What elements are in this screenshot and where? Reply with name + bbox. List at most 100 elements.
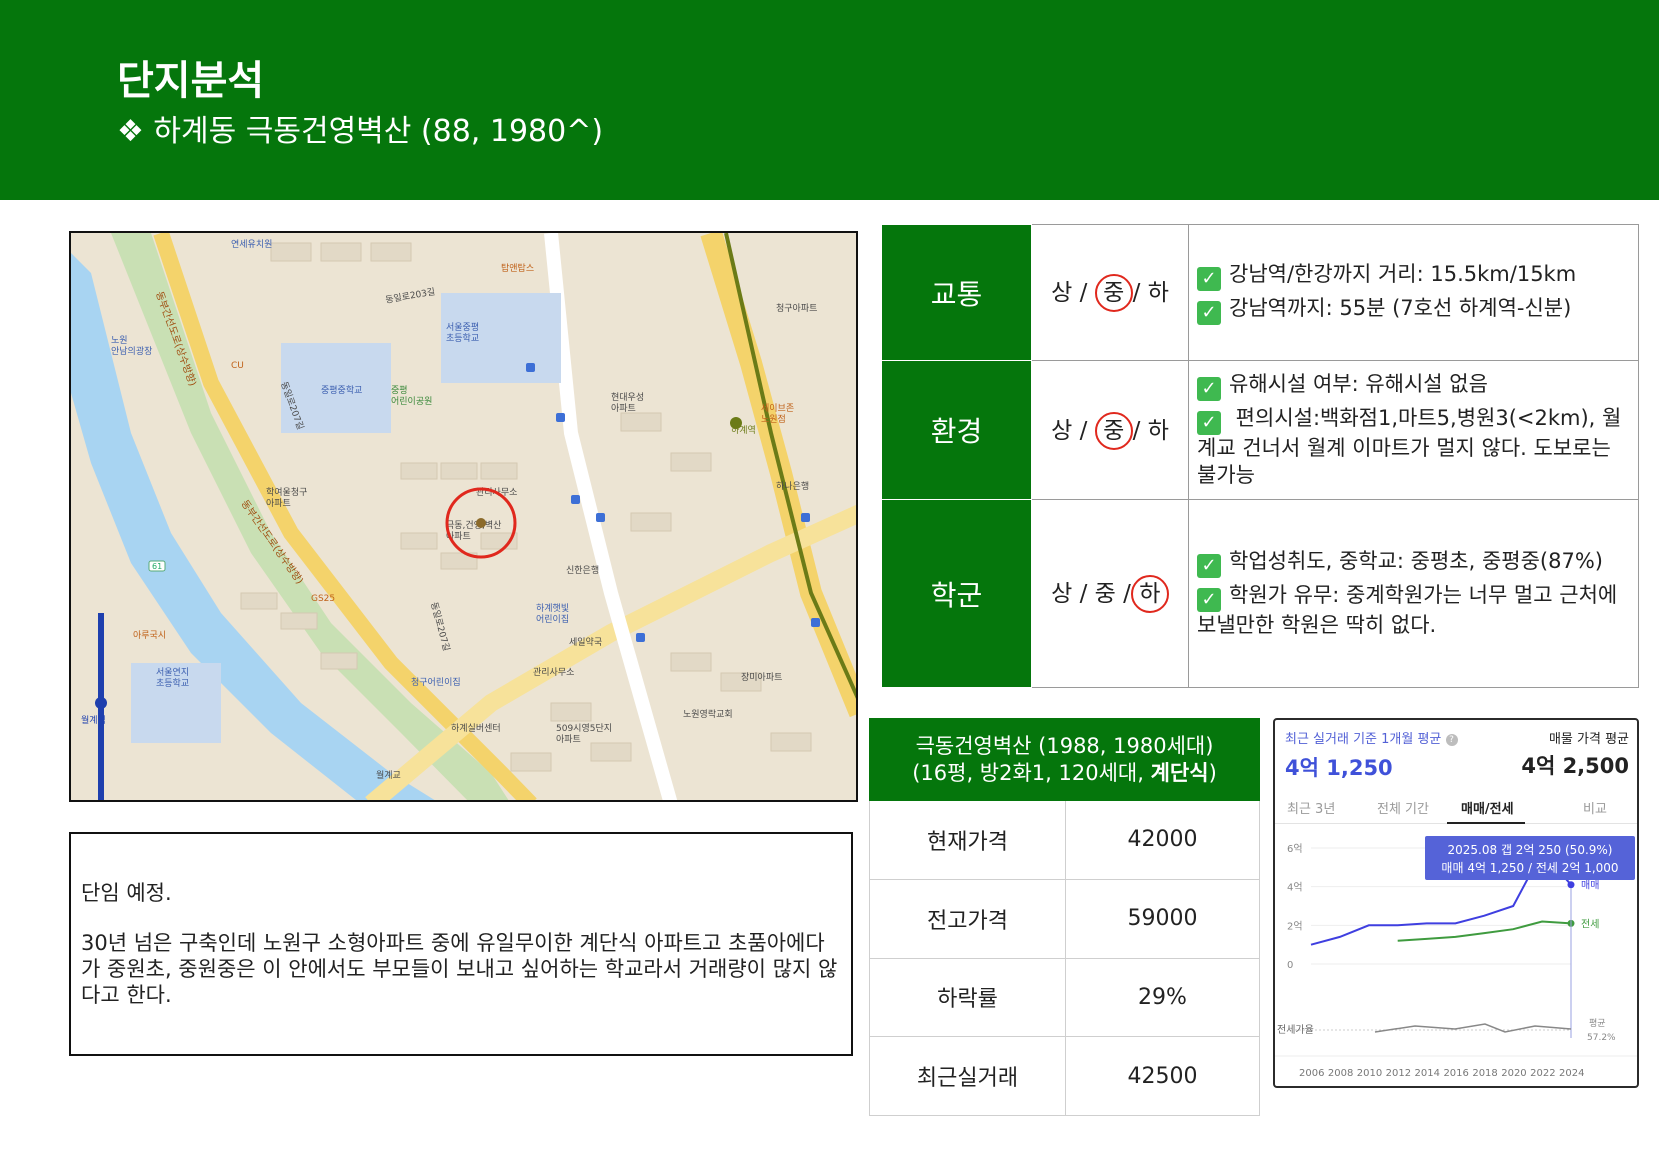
x-tick-label: 2014 [1415,1068,1440,1079]
map-label-wolgye-bridge: 월계교 [376,769,401,781]
price-table: 극동건영벽산 (1988, 1980세대) (16평, 방2화1, 120세대,… [869,718,1260,1116]
ratio-avg-label: 평균 [1589,1018,1606,1029]
desc-item: 편의시설:백화점1,마트5,병원3(<2km), 월계교 건너서 월계 이마트가… [1197,406,1622,487]
map-label-arugusi: 아루국시 [133,630,166,641]
map-label-hagye-kids: 하계햇빛 어린이집 [536,602,569,625]
checkbox-checked-icon: ✓ [1197,554,1221,578]
ratio-label: 전세가율 [1277,1024,1314,1036]
x-tick-label: 2012 [1386,1068,1411,1079]
map-label-jangmi: 장미아파트 [741,672,782,683]
desc-item: 학원가 유무: 중계학원가는 너무 멀고 근처에 보낼만한 학원은 딱히 없다. [1197,583,1618,637]
grade-high: 상 [1051,417,1073,444]
bus-stop-icon[interactable] [596,513,605,522]
checkbox-checked-icon: ✓ [1197,588,1221,612]
ratio-line [1374,1023,1572,1033]
x-tick-label: 2010 [1357,1068,1382,1079]
bus-stop-icon[interactable] [526,363,535,372]
ratio-avg-value: 57.2% [1587,1033,1616,1043]
x-tick-label: 2016 [1443,1068,1468,1079]
map-canvas[interactable]: 연세유치원 탑앤탑스 노원 안남의광장 CU 중평중학교 서울중평 초등학교 중평 어… [71,233,858,802]
y-tick-label: 2억 [1287,920,1303,932]
map-label-nowon-church: 노원영락교회 [683,708,733,720]
x-tick-label: 2024 [1559,1068,1584,1079]
detail-text: (16평, 방2화1, 120세대, [912,760,1151,785]
x-tick-label: 2022 [1530,1068,1555,1079]
grade-mid-selected: 중 [1094,274,1133,312]
grade-cell: 상 / 중 / 하 [1031,360,1189,500]
map-label-yeonse: 연세유치원 [231,238,272,250]
price-row: 최근실거래 42500 [869,1036,1260,1116]
map-label-cu: CU [231,361,244,371]
bus-stop-icon[interactable] [636,633,645,642]
series-label: 매매 [1581,880,1599,892]
desc-item: 학업성취도, 중학교: 중평초, 중평중(87%) [1229,549,1603,573]
map-label-office2: 관리사무소 [533,667,574,678]
price-table-header: 극동건영벽산 (1988, 1980세대) (16평, 방2화1, 120세대,… [869,718,1260,801]
tooltip-prices: 매매 4억 1,250 / 전세 2억 1,000 [1441,861,1619,875]
x-tick-label: 2006 [1299,1068,1324,1079]
analysis-row-transport: 교통 상 / 중 / 하 ✓ 강남역/한강까지 거리: 15.5km/15km ✓ 강… [881,224,1639,361]
bus-stop-icon[interactable] [556,413,565,422]
price-value: 59000 [1065,878,1260,959]
grade-low: 하 [1147,417,1169,444]
map-label-seil: 세일약국 [569,636,602,648]
description-cell: ✓ 유해시설 여부: 유해시설 없음 ✓ 편의시설:백화점1,마트5,병원3(<2… [1188,360,1639,500]
bus-stop-icon[interactable] [811,618,820,627]
grade-cell: 상 / 중 / 하 [1031,224,1189,361]
price-value: 42000 [1065,800,1260,880]
analysis-row-school: 학군 상 / 중 / 하 ✓ 학업성취도, 중학교: 중평초, 중평중(87%) ✓… [881,499,1639,688]
grade-high: 상 [1051,280,1073,306]
checkbox-checked-icon: ✓ [1197,377,1221,401]
tooltip-gap: 2025.08 갭 2억 250 (50.9%) [1447,843,1613,857]
grade-high: 상 [1051,581,1073,607]
price-chart-widget: 최근 실거래 기준 1개월 평균 ? 매물 가격 평균 4억 1,250 4억 … [1273,718,1639,1088]
map-label-tapen: 탑앤탑스 [501,262,534,274]
y-tick-label: 0 [1287,960,1293,971]
bus-stop-icon[interactable] [571,495,580,504]
x-tick-label: 2020 [1501,1068,1526,1079]
page-subtitle: ❖ 하계동 극동건영벽산 (88, 1980^) [117,114,604,149]
price-value: 42500 [1065,1036,1260,1116]
apartment-marker-icon[interactable] [476,518,486,528]
desc-item: 유해시설 여부: 유해시설 없음 [1229,372,1488,396]
page-title: 단지분석 [117,58,265,104]
memo-box: 단임 예정. 30년 넘은 구축인데 노원구 소형아파트 중에 유일무이한 계단… [69,832,853,1056]
chart-tooltip: 2025.08 갭 2억 250 (50.9%) 매매 4억 1,250 / 전… [1425,836,1635,880]
map-label-junggye-mid: 중평중학교 [321,385,362,396]
map-label-hana: 하나은행 [776,480,809,492]
price-label: 현재가격 [869,800,1066,880]
x-tick-label: 2018 [1472,1068,1497,1079]
subway-station-icon[interactable] [95,697,107,709]
complex-summary: 극동건영벽산 (1988, 1980세대) [915,733,1214,758]
y-tick-label: 4억 [1287,882,1303,894]
map-label-shinhan: 신한은행 [566,564,599,576]
subway-station-icon[interactable] [730,417,742,429]
grade-low: 하 [1147,280,1169,306]
page-header: 단지분석 ❖ 하계동 극동건영벽산 (88, 1980^) [0,0,1659,200]
description-cell: ✓ 학업성취도, 중학교: 중평초, 중평중(87%) ✓ 학원가 유무: 중계학원… [1188,499,1639,688]
checkbox-checked-icon: ✓ [1197,300,1221,325]
series-end-point [1567,881,1575,889]
complex-detail: (16평, 방2화1, 120세대, 계단식) [870,760,1259,787]
price-row: 전고가격 59000 [869,878,1260,959]
series-label: 전세 [1581,918,1599,930]
map-label-cheonggu-apt: 청구아파트 [776,303,817,314]
grade-low-selected: 하 [1130,575,1169,613]
stair-type: 계단식 [1150,760,1209,785]
route-number: 61 [152,562,162,571]
memo-body: 30년 넘은 구축인데 노원구 소형아파트 중에 유일무이한 계단식 아파트고 … [81,931,838,1007]
price-line-chart[interactable]: 6억 4억 2억 0 2006 2008 2010 2012 2014 2016 2018 2020 2… [1275,720,1639,1088]
grade-cell: 상 / 중 / 하 [1031,499,1189,688]
bus-stop-icon[interactable] [801,513,810,522]
map-label-gs25: GS25 [311,594,335,604]
x-tick-label: 2008 [1328,1068,1353,1079]
category-cell: 학군 [881,499,1032,688]
price-label: 전고가격 [869,878,1066,959]
map-label-hagye-silver: 하계실버센터 [451,722,501,734]
analysis-table: 교통 상 / 중 / 하 ✓ 강남역/한강까지 거리: 15.5km/15km ✓ 강… [881,224,1639,688]
checkbox-checked-icon: ✓ [1197,266,1221,291]
memo-line: 단임 예정. [81,881,172,905]
location-map[interactable]: 연세유치원 탑앤탑스 노원 안남의광장 CU 중평중학교 서울중평 초등학교 중평 어… [69,231,858,802]
checkbox-checked-icon: ✓ [1197,411,1221,435]
price-row: 현재가격 42000 [869,800,1260,880]
